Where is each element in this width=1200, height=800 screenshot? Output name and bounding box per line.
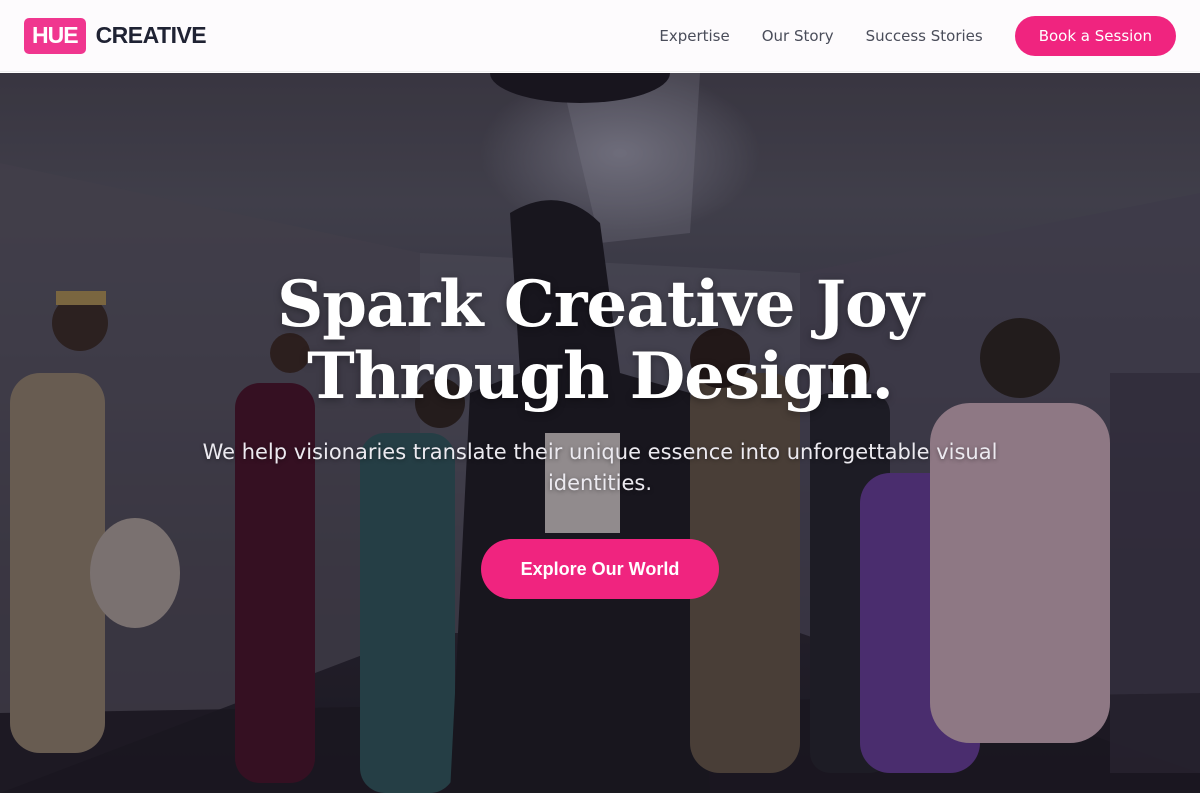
book-session-button[interactable]: Book a Session bbox=[1014, 15, 1176, 56]
logo[interactable]: HUE CREATIVE bbox=[24, 17, 207, 54]
logo-badge: HUE bbox=[24, 17, 86, 54]
page-bottom-strip bbox=[0, 793, 1200, 800]
main-nav: Expertise Our Story Success Stories Book… bbox=[659, 15, 1176, 56]
nav-link-our-story[interactable]: Our Story bbox=[762, 27, 834, 45]
hero-section: Spark Creative Joy Through Design. We he… bbox=[0, 73, 1200, 793]
nav-link-success-stories[interactable]: Success Stories bbox=[866, 27, 983, 45]
explore-our-world-button[interactable]: Explore Our World bbox=[480, 539, 720, 599]
site-header: HUE CREATIVE Expertise Our Story Success… bbox=[0, 0, 1200, 72]
hero-title-line-2: Through Design. bbox=[307, 339, 894, 414]
hero-title: Spark Creative Joy Through Design. bbox=[0, 269, 1200, 413]
hero-title-line-1: Spark Creative Joy bbox=[277, 267, 924, 342]
nav-link-expertise[interactable]: Expertise bbox=[659, 27, 729, 45]
hero-subtitle: We help visionaries translate their uniq… bbox=[202, 440, 998, 495]
logo-text: CREATIVE bbox=[95, 22, 207, 48]
hero-content: Spark Creative Joy Through Design. We he… bbox=[0, 269, 1200, 599]
